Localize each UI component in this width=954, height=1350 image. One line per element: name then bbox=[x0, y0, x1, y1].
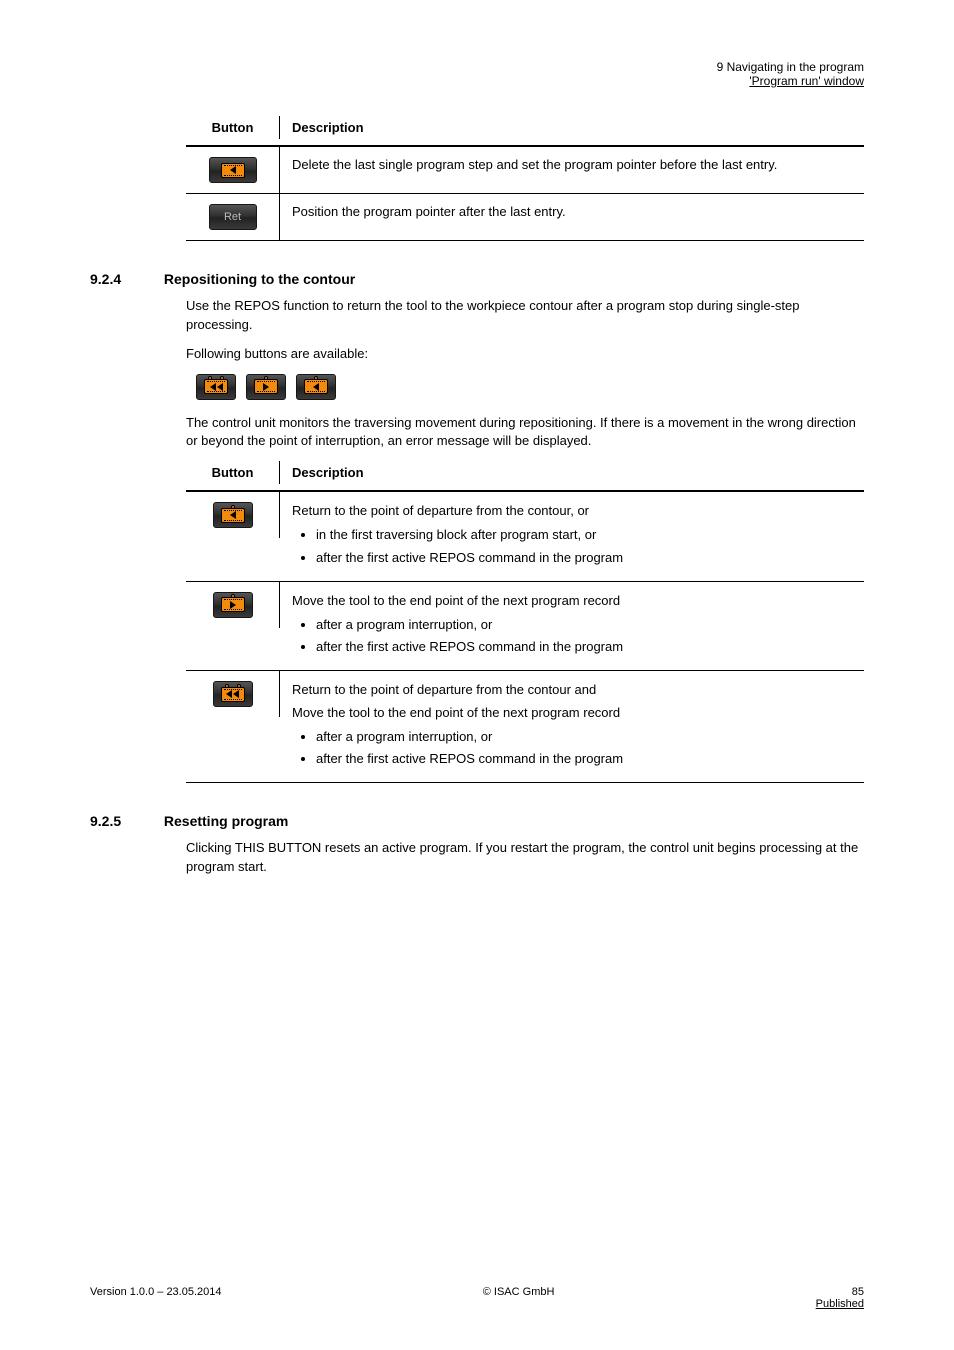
table-row: Button Description bbox=[186, 116, 864, 147]
paragraph: The control unit monitors the traversing… bbox=[186, 414, 864, 452]
footer-published: Published bbox=[816, 1298, 864, 1310]
bullet-list: after a program interruption, or after t… bbox=[292, 616, 852, 656]
ret-button[interactable]: Ret bbox=[209, 204, 257, 230]
paragraph: Clicking THIS BUTTON resets an active pr… bbox=[186, 839, 864, 877]
header-chapter: 9 Navigating in the program bbox=[717, 60, 864, 74]
repos-last-button[interactable] bbox=[296, 374, 336, 400]
table-buttons-2: Button Description Return to the point o… bbox=[186, 461, 864, 783]
list-item: after the first active REPOS command in … bbox=[316, 638, 852, 656]
repos-next-icon bbox=[254, 379, 278, 394]
cell-heading: Move the tool to the end point of the ne… bbox=[292, 704, 852, 722]
section-title-text: Repositioning to the contour bbox=[164, 271, 355, 287]
section-number: 9.2.5 bbox=[90, 813, 160, 829]
back-arrow-icon bbox=[221, 163, 245, 178]
page-footer: Version 1.0.0 – 23.05.2014 © ISAC GmbH 8… bbox=[90, 1286, 864, 1310]
col-header-button: Button bbox=[186, 461, 280, 484]
cell-desc: Return to the point of departure from th… bbox=[280, 671, 864, 782]
cell-heading: Move the tool to the end point of the ne… bbox=[292, 592, 852, 610]
repos-next-button[interactable] bbox=[213, 592, 253, 618]
cell-desc: Move the tool to the end point of the ne… bbox=[280, 582, 864, 671]
table-row: Delete the last single program step and … bbox=[186, 147, 864, 194]
table-row: Return to the point of departure from th… bbox=[186, 671, 864, 783]
list-item: after a program interruption, or bbox=[316, 616, 852, 634]
paragraph: Following buttons are available: bbox=[186, 345, 864, 364]
repos-last-icon bbox=[304, 379, 328, 394]
table-buttons-1: Button Description Delete the last singl… bbox=[186, 116, 864, 241]
repos-next-icon bbox=[221, 597, 245, 612]
table-row: Move the tool to the end point of the ne… bbox=[186, 582, 864, 672]
cell-desc: Position the program pointer after the l… bbox=[280, 194, 864, 229]
header-right: 9 Navigating in the program 'Program run… bbox=[717, 60, 864, 88]
paragraph: Use the REPOS function to return the too… bbox=[186, 297, 864, 335]
section-heading: 9.2.4 Repositioning to the contour bbox=[90, 271, 864, 287]
back-arrow-button[interactable] bbox=[209, 157, 257, 183]
section-number: 9.2.4 bbox=[90, 271, 160, 287]
repos-both-icon bbox=[204, 379, 228, 394]
page-number: 85 bbox=[816, 1286, 864, 1298]
bullet-list: after a program interruption, or after t… bbox=[292, 728, 852, 768]
footer-right: 85 Published bbox=[816, 1286, 864, 1310]
repos-both-button[interactable] bbox=[196, 374, 236, 400]
table-row: Return to the point of departure from th… bbox=[186, 492, 864, 582]
footer-version: Version 1.0.0 – 23.05.2014 bbox=[90, 1286, 222, 1310]
cell-heading: Return to the point of departure from th… bbox=[292, 502, 852, 520]
repos-both-button[interactable] bbox=[213, 681, 253, 707]
col-header-desc: Description bbox=[280, 116, 864, 139]
list-item: in the first traversing block after prog… bbox=[316, 526, 852, 544]
section-title-text: Resetting program bbox=[164, 813, 288, 829]
footer-copyright: © ISAC GmbH bbox=[483, 1286, 555, 1310]
page-header: 9 Navigating in the program 'Program run… bbox=[90, 60, 864, 88]
col-header-button: Button bbox=[186, 116, 280, 139]
cell-desc: Delete the last single program step and … bbox=[280, 147, 864, 182]
header-subtitle: 'Program run' window bbox=[717, 74, 864, 88]
list-item: after a program interruption, or bbox=[316, 728, 852, 746]
repos-both-icon bbox=[221, 687, 245, 702]
table-row: Button Description bbox=[186, 461, 864, 492]
list-item: after the first active REPOS command in … bbox=[316, 549, 852, 567]
section-heading: 9.2.5 Resetting program bbox=[90, 813, 864, 829]
list-item: after the first active REPOS command in … bbox=[316, 750, 852, 768]
repos-last-button[interactable] bbox=[213, 502, 253, 528]
repos-next-button[interactable] bbox=[246, 374, 286, 400]
cell-desc: Return to the point of departure from th… bbox=[280, 492, 864, 581]
cell-heading: Return to the point of departure from th… bbox=[292, 681, 852, 699]
ret-icon: Ret bbox=[224, 211, 241, 223]
table-row: Ret Position the program pointer after t… bbox=[186, 194, 864, 241]
icon-row bbox=[196, 374, 864, 400]
bullet-list: in the first traversing block after prog… bbox=[292, 526, 852, 566]
col-header-desc: Description bbox=[280, 461, 864, 484]
repos-last-icon bbox=[221, 508, 245, 523]
